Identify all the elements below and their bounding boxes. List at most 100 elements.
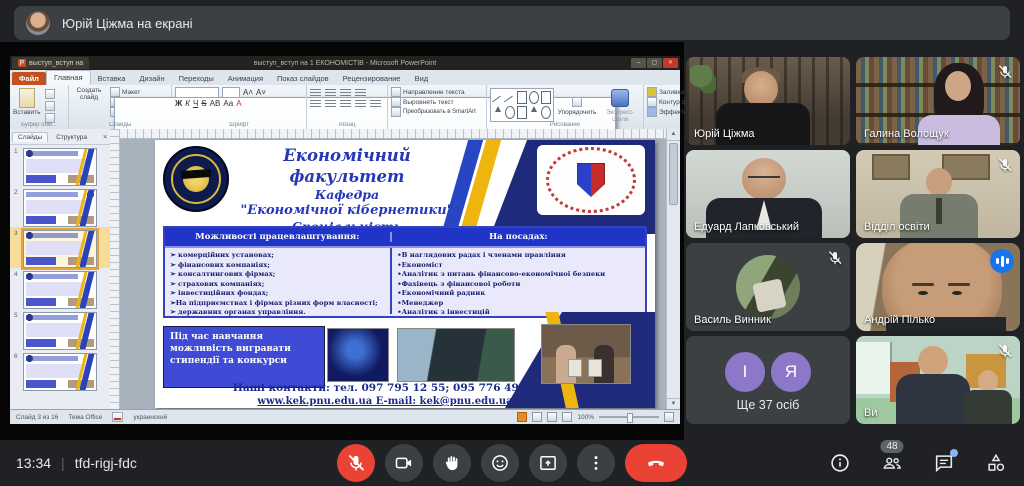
ribbon-tab-transitions[interactable]: Переходы [172,72,221,85]
panel-tab-outline[interactable]: Структура [50,132,93,142]
slide-canvas[interactable]: Економічний факультет Кафедра "Економічн… [155,140,655,408]
ribbon-tab-slideshow[interactable]: Показ слайдов [270,72,336,85]
participants-button[interactable]: 48 [880,451,904,475]
bold-icon[interactable]: Ж [175,99,182,108]
slide-thumbnail-5[interactable]: 5 [10,309,110,350]
align-center-icon[interactable] [325,100,336,108]
numbering-icon[interactable] [325,89,336,97]
close-button[interactable]: ✕ [663,58,678,68]
leave-call-button[interactable] [625,444,687,482]
copy-icon[interactable] [45,101,55,111]
justify-icon[interactable] [355,100,366,108]
normal-view-icon[interactable] [517,412,527,422]
underline-icon[interactable]: Ч [193,99,198,108]
table-right-column: •В наглядових радах і членами правління … [392,248,645,314]
table-cell: ➢ страхових компаніях; [170,280,385,290]
ribbon-tab-insert[interactable]: Вставка [91,72,133,85]
slide-thumbnail-4[interactable]: 4 [10,268,110,309]
tile-yurii-tsizhma[interactable]: Юрій Ціжма [686,57,850,145]
shapes-gallery[interactable] [490,88,554,122]
panel-tab-slides[interactable]: Слайды [12,132,48,142]
tile-you[interactable]: Ви [856,336,1020,424]
present-screen-button[interactable] [529,444,567,482]
more-options-button[interactable] [577,444,615,482]
text-direction-button[interactable]: Направление текста [391,87,483,97]
quick-access-file-chip[interactable]: P выступ_вступ на [12,57,89,69]
presenting-banner: Юрій Ціжма на екрані [14,6,1010,40]
align-text-button[interactable]: Выровнять текст [391,97,483,107]
activities-button[interactable] [984,451,1008,475]
character-spacing-icon[interactable]: АВ [210,99,221,108]
paragraph-group: Абзац [307,85,388,129]
meeting-code: tfd-rigj-fdc [75,455,137,471]
maximize-button[interactable]: ▢ [647,58,662,68]
participant-name: Василь Винник [694,314,771,326]
ribbon-tab-design[interactable]: Дизайн [132,72,171,85]
participants-count-badge: 48 [880,440,903,453]
font-size-combobox[interactable] [222,87,240,98]
raise-hand-button[interactable] [433,444,471,482]
slide-title-line: Економічний факультет [227,146,467,187]
slide-title-line: Кафедра [227,187,467,203]
tile-halyna-voloshchuk[interactable]: Галина Волощук [856,57,1020,145]
quick-styles-button[interactable]: Экспресс-стили [600,87,640,123]
strikethrough-icon[interactable]: S [201,99,206,108]
scrollbar-thumb[interactable] [669,143,678,205]
tile-vasyl-vynnyk[interactable]: Василь Винник [686,243,850,331]
layout-button[interactable]: Макет [110,87,164,97]
arrange-button[interactable]: Упорядочить [558,95,597,116]
indent-icon[interactable] [340,89,351,97]
ribbon-tab-animation[interactable]: Анимация [221,72,270,85]
reactions-button[interactable] [481,444,519,482]
camera-button[interactable] [385,444,423,482]
ribbon-tab-file[interactable]: Файл [12,72,46,85]
scroll-up-icon[interactable]: ▲ [667,129,680,141]
status-language[interactable]: украинский [133,414,167,421]
font-name-combobox[interactable] [175,87,219,98]
tile-viddil-osvity[interactable]: Відділ освіти [856,150,1020,238]
columns-icon[interactable] [370,100,381,108]
chat-button[interactable] [932,451,956,475]
table-cell: •Фахівець з фінансової роботи [397,280,640,290]
vertical-scrollbar[interactable]: ▲ ▼ [666,129,680,410]
spellcheck-icon[interactable] [112,412,123,422]
minimize-button[interactable]: – [631,58,646,68]
panel-close-icon[interactable]: ✕ [103,133,108,141]
slide-sorter-view-icon[interactable] [532,412,542,422]
italic-icon[interactable]: К [185,99,190,108]
info-button[interactable] [828,451,852,475]
slide-thumbnail-3-active[interactable]: 3 [10,227,110,268]
presenter-avatar [26,11,50,35]
slideshow-view-icon[interactable] [562,412,572,422]
zoom-slider[interactable] [599,416,659,418]
ribbon-tab-home[interactable]: Главная [46,70,91,85]
new-slide-button[interactable]: Создать слайд [72,87,106,117]
ribbon-tab-view[interactable]: Вид [408,72,436,85]
clipboard-group: Вставить Буфер обм... [10,85,69,129]
window-title: выступ_вступ на 1 ЕКОНОМІСТІВ - Microsof… [10,60,680,67]
change-case-icon[interactable]: Аа [223,99,233,108]
tile-andrii-pilko-speaking[interactable]: Андрій Пілько [856,243,1020,331]
line-spacing-icon[interactable] [355,89,366,97]
tile-more-participants[interactable]: І Я Ще 37 осіб [686,336,850,424]
mic-button-muted[interactable] [337,444,375,482]
cut-icon[interactable] [45,89,55,99]
align-right-icon[interactable] [340,100,351,108]
reading-view-icon[interactable] [547,412,557,422]
bullets-icon[interactable] [310,89,321,97]
slides-group: Создать слайд Макет Восстановить Раздел … [69,85,172,129]
font-color-icon[interactable]: А [236,99,241,108]
fit-to-window-icon[interactable] [664,412,674,422]
smartart-button[interactable]: Преобразовать в SmartArt [391,107,483,117]
shape-effects-icon [647,107,657,117]
tile-eduard-lapkovskyi[interactable]: Едуард Лапковський [686,150,850,238]
align-left-icon[interactable] [310,100,321,108]
slide-thumbnail-6[interactable]: 6 [10,350,110,391]
grow-font-icon[interactable]: A˄ [243,88,253,97]
shrink-font-icon[interactable]: A˅ [256,88,266,97]
triangle-shape-icon [493,106,503,119]
slide-thumbnail-2[interactable]: 2 [10,186,110,227]
paste-button[interactable]: Вставить [13,87,41,125]
slide-thumbnail-1[interactable]: 1 [10,145,110,186]
ribbon-tab-review[interactable]: Рецензирование [336,72,408,85]
